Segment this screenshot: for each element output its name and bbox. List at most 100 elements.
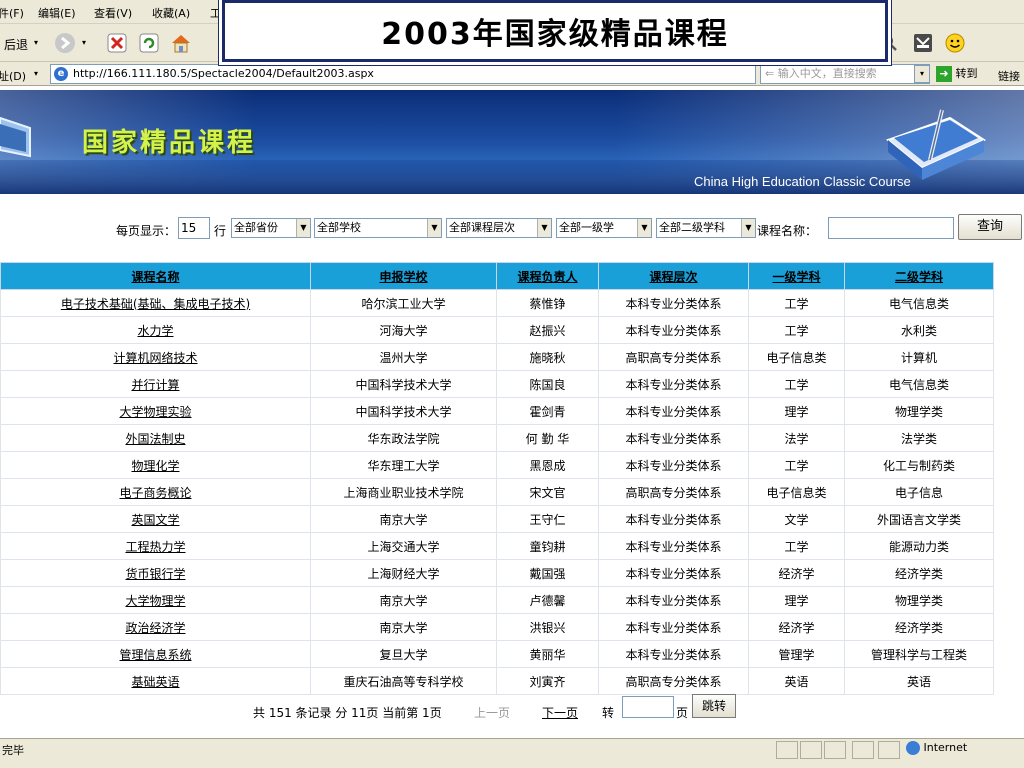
col-subject1[interactable]: 一级学科 (748, 262, 845, 290)
query-button[interactable]: 查询 (958, 214, 1022, 240)
cell-level: 本科专业分类体系 (598, 397, 749, 425)
messenger-button[interactable] (942, 30, 968, 56)
col-school[interactable]: 申报学校 (310, 262, 497, 290)
col-subject2[interactable]: 二级学科 (844, 262, 994, 290)
table-row: 外国法制史 华东政法学院何 勤 华本科专业分类体系 法学 法学类 (0, 424, 994, 452)
stop-icon (107, 33, 127, 53)
cell-school: 华东理工大学 (310, 451, 497, 479)
address-input[interactable]: e http://166.111.180.5/Spectacle2004/Def… (50, 64, 756, 84)
province-select[interactable]: 全部省份 ▼ (231, 218, 311, 238)
cell-subject1: 管理学 (748, 640, 845, 668)
chevron-down-icon: ▼ (537, 219, 551, 237)
course-name-input[interactable] (828, 217, 954, 239)
smiley-icon (945, 33, 965, 53)
cell-course-name[interactable]: 电子技术基础(基础、集成电子技术) (0, 289, 311, 317)
media-button[interactable] (910, 30, 936, 56)
subject1-select[interactable]: 全部一级学 ▼ (556, 218, 652, 238)
course-name-label: 课程名称： (757, 224, 818, 238)
cell-subject2: 水利类 (844, 316, 994, 344)
cell-subject2: 外国语言文学类 (844, 505, 994, 533)
table-row: 水力学 河海大学 赵振兴 本科专业分类体系 工学 水利类 (0, 316, 994, 344)
go-button[interactable]: ➜ 转到 (936, 65, 994, 83)
cell-instructor: 卢德馨 (496, 586, 599, 614)
search-dropdown-icon[interactable]: ▾ (914, 65, 930, 83)
cell-subject1: 理学 (748, 397, 845, 425)
menu-file[interactable]: 件(F) (0, 5, 24, 21)
cell-subject2: 计算机 (844, 343, 994, 371)
page-number-input[interactable] (622, 696, 674, 718)
chevron-down-icon: ▼ (296, 219, 310, 237)
cell-subject1: 英语 (748, 667, 845, 695)
goto-label: 转 (602, 706, 615, 720)
status-cell (878, 741, 900, 759)
chevron-down-icon: ▼ (427, 219, 441, 237)
cell-course-name[interactable]: 水力学 (0, 316, 311, 344)
home-button[interactable] (168, 30, 194, 56)
table-row: 大学物理实验 中国科学技术大学 霍剑青 本科专业分类体系 理学 物理学类 (0, 397, 994, 425)
prev-page-link: 上一页 (474, 706, 511, 720)
cell-subject1: 工学 (748, 451, 845, 479)
cell-subject2: 物理学类 (844, 586, 994, 614)
cell-course-name[interactable]: 管理信息系统 (0, 640, 311, 668)
links-label[interactable]: 链接 (998, 68, 1020, 84)
cell-course-name[interactable]: 基础英语 (0, 667, 311, 695)
cell-instructor: 黑恩成 (496, 451, 599, 479)
per-page-label: 每页显示： (116, 224, 177, 238)
menu-favorites[interactable]: 收藏(A) (152, 5, 190, 21)
menu-tools[interactable]: 工 (210, 5, 221, 21)
cell-course-name[interactable]: 大学物理实验 (0, 397, 311, 425)
per-page-input[interactable]: 15 (178, 217, 210, 239)
cell-subject1: 工学 (748, 370, 845, 398)
monitor-icon (0, 116, 31, 158)
mail-icon (914, 34, 932, 52)
province-select-value: 全部省份 (234, 221, 278, 234)
menu-edit[interactable]: 编辑(E) (38, 5, 76, 21)
cell-course-name[interactable]: 物理化学 (0, 451, 311, 479)
filter-bar: 每页显示： 15 行 全部省份 ▼ 全部学校 ▼ 全部课程层次 ▼ 全部一级学 ▼ 全部… (0, 212, 1024, 240)
cell-instructor: 戴国强 (496, 559, 599, 587)
search-input[interactable]: ⇐ 输入中文，直接搜索 (760, 64, 930, 84)
zone-label: Internet (923, 741, 968, 754)
cell-course-name[interactable]: 政治经济学 (0, 613, 311, 641)
menu-view[interactable]: 查看(V) (94, 5, 132, 21)
stop-button[interactable] (104, 30, 130, 56)
col-instructor[interactable]: 课程负责人 (496, 262, 599, 290)
cell-level: 本科专业分类体系 (598, 532, 749, 560)
forward-dropdown-icon[interactable]: ▾ (82, 38, 86, 47)
cell-subject2: 电子信息 (844, 478, 994, 506)
cell-course-name[interactable]: 货币银行学 (0, 559, 311, 587)
col-course-name[interactable]: 课程名称 (0, 262, 311, 290)
next-page-link[interactable]: 下一页 (542, 704, 578, 721)
refresh-button[interactable] (136, 30, 162, 56)
cell-instructor: 王守仁 (496, 505, 599, 533)
cell-course-name[interactable]: 工程热力学 (0, 532, 311, 560)
cell-level: 本科专业分类体系 (598, 613, 749, 641)
cell-course-name[interactable]: 并行计算 (0, 370, 311, 398)
cell-instructor: 施晓秋 (496, 343, 599, 371)
subject2-select[interactable]: 全部二级学科 ▼ (656, 218, 756, 238)
table-row: 电子商务概论 上海商业职业技术学院 宋文官 高职高专分类体系 电子信息类 电子信息 (0, 478, 994, 506)
back-dropdown-icon[interactable]: ▾ (34, 38, 38, 47)
cell-course-name[interactable]: 电子商务概论 (0, 478, 311, 506)
status-cell (852, 741, 874, 759)
jump-button[interactable]: 跳转 (692, 694, 736, 718)
cell-course-name[interactable]: 计算机网络技术 (0, 343, 311, 371)
back-button-label[interactable]: 后退 (4, 36, 28, 53)
cell-subject1: 工学 (748, 532, 845, 560)
forward-button[interactable] (52, 30, 78, 56)
table-row: 管理信息系统 复旦大学 黄丽华 本科专业分类体系 管理学 管理科学与工程类 (0, 640, 994, 668)
status-text: 完毕 (2, 744, 24, 757)
cell-course-name[interactable]: 英国文学 (0, 505, 311, 533)
col-level[interactable]: 课程层次 (598, 262, 749, 290)
cell-course-name[interactable]: 外国法制史 (0, 424, 311, 452)
cell-level: 本科专业分类体系 (598, 559, 749, 587)
cell-subject1: 工学 (748, 316, 845, 344)
level-select[interactable]: 全部课程层次 ▼ (446, 218, 552, 238)
table-row: 基础英语 重庆石油高等专科学校 刘寅齐 高职高专分类体系 英语 英语 (0, 667, 994, 695)
cell-instructor: 童钧耕 (496, 532, 599, 560)
pagination: 共 151 条记录 分 11页 当前第 1页 上一页 下一页 转 页 跳转 (0, 694, 1024, 724)
school-select[interactable]: 全部学校 ▼ (314, 218, 442, 238)
cell-course-name[interactable]: 大学物理学 (0, 586, 311, 614)
address-dropdown-icon[interactable]: ▾ (34, 69, 38, 78)
address-label: 址(D) (0, 70, 27, 83)
